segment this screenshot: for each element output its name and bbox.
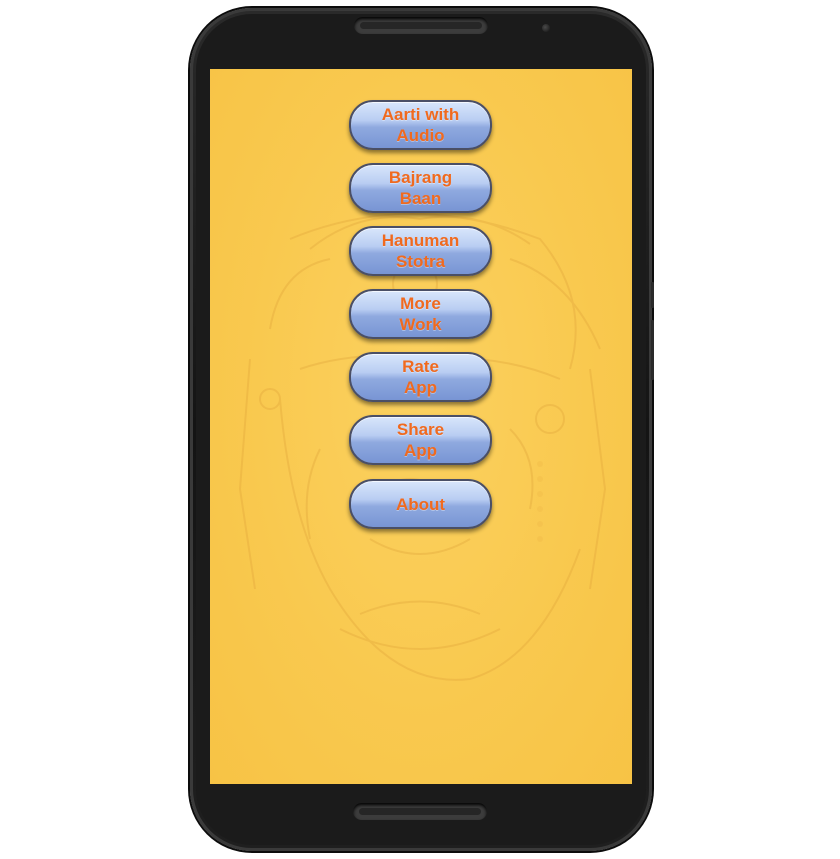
front-camera: [542, 24, 550, 32]
bottom-speaker-grille: [353, 803, 487, 820]
hanuman-stotra-label: Hanuman Stotra: [381, 231, 460, 271]
aarti-with-audio-button[interactable]: Aarti with Audio: [349, 100, 492, 150]
bajrang-baan-label: Bajrang Baan: [388, 168, 453, 208]
share-app-label: Share App: [396, 420, 445, 460]
rate-app-label: Rate App: [402, 357, 439, 397]
rate-app-button[interactable]: Rate App: [349, 352, 492, 402]
about-label: About: [395, 494, 446, 514]
more-work-label: More Work: [399, 294, 442, 334]
hanuman-stotra-button[interactable]: Hanuman Stotra: [349, 226, 492, 276]
share-app-button[interactable]: Share App: [349, 415, 492, 465]
side-button-power: [651, 282, 654, 308]
aarti-with-audio-label: Aarti with Audio: [381, 105, 460, 145]
more-work-button[interactable]: More Work: [349, 289, 492, 339]
side-button-volume: [651, 320, 654, 380]
app-screen: Aarti with Audio Bajrang Baan Hanuman St…: [210, 69, 632, 784]
about-button[interactable]: About: [349, 479, 492, 529]
bajrang-baan-button[interactable]: Bajrang Baan: [349, 163, 492, 213]
top-speaker-grille: [354, 17, 488, 34]
